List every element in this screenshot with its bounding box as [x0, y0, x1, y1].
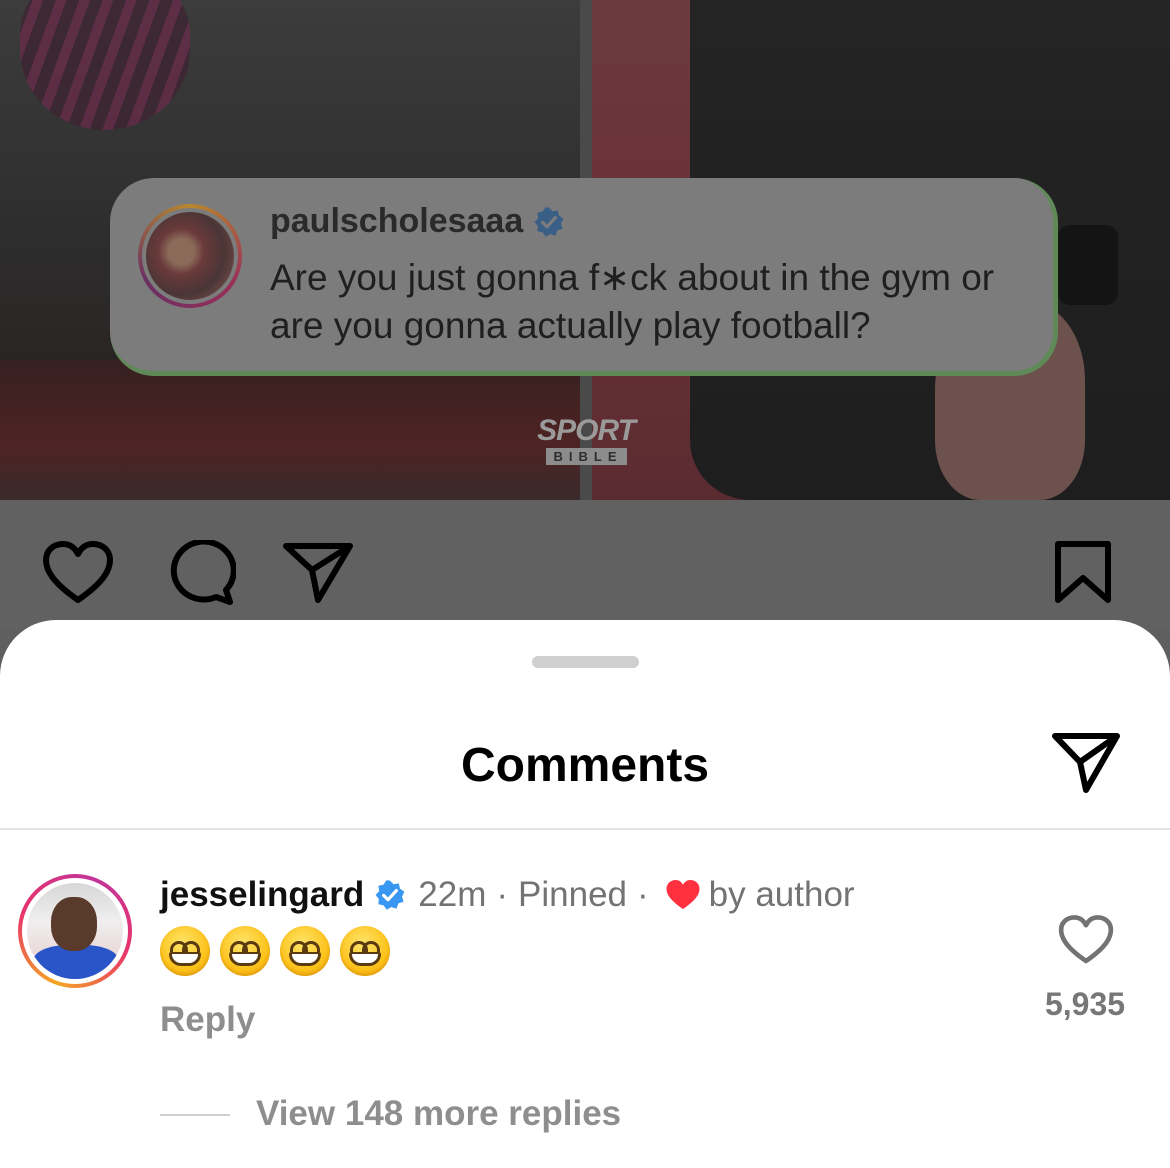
comment-like-count: 5,935	[1044, 986, 1126, 1022]
wrist-watch	[1058, 225, 1118, 305]
grinning-face-emoji	[160, 926, 210, 976]
replies-indent-line	[160, 1114, 230, 1116]
author-liked-heart-icon	[666, 879, 700, 910]
sheet-grabber-handle[interactable]	[532, 656, 639, 668]
quote-text: Are you just gonna f∗ck about in the gym…	[270, 257, 995, 346]
grinning-face-emoji	[220, 926, 270, 976]
reply-button[interactable]: Reply	[160, 1000, 255, 1040]
avatar-photo	[27, 883, 123, 979]
grinning-face-emoji	[280, 926, 330, 976]
sheet-divider	[0, 828, 1170, 830]
meta-separator: ·	[637, 875, 649, 914]
comment-time: 22m	[418, 875, 487, 914]
logo-word-bible: BIBLE	[545, 448, 627, 465]
grinning-face-emoji	[340, 926, 390, 976]
quote-avatar	[138, 204, 242, 308]
share-icon[interactable]	[1050, 728, 1122, 800]
quote-bubble: paulscholesaaa Are you just gonna f∗ck a…	[110, 178, 1058, 376]
meta-separator: ·	[496, 875, 509, 914]
logo-word-sport: SPORT	[537, 414, 636, 447]
comments-sheet: Comments jesselingard 22m · Pinned · by …	[0, 620, 1170, 1168]
pinned-label: Pinned	[518, 875, 627, 914]
sheet-title: Comments	[460, 739, 710, 792]
post-image[interactable]: paulscholesaaa Are you just gonna f∗ck a…	[0, 0, 1170, 500]
quote-username-row: paulscholesaaa	[270, 202, 565, 241]
gym-floor	[0, 360, 580, 500]
comment-meta: jesselingard 22m · Pinned · by author	[160, 872, 855, 918]
comment-body	[160, 926, 390, 976]
share-icon[interactable]	[282, 540, 354, 606]
comment-like-heart-icon[interactable]	[1058, 914, 1114, 966]
liked-by-author-label: by author	[708, 875, 855, 914]
boxing-glove	[20, 0, 190, 130]
sportbible-logo: SPORT BIBLE	[536, 416, 636, 466]
commenter-username[interactable]: jesselingard	[160, 875, 364, 915]
view-more-replies-button[interactable]: View 148 more replies	[256, 1094, 621, 1134]
verified-badge-icon	[534, 206, 564, 237]
bookmark-icon[interactable]	[1052, 540, 1114, 606]
post-action-bar	[0, 500, 1170, 630]
heart-icon[interactable]	[42, 540, 114, 606]
commenter-avatar[interactable]	[18, 874, 132, 988]
verified-badge-icon	[375, 880, 405, 910]
quote-username: paulscholesaaa	[270, 202, 524, 240]
comment-icon[interactable]	[164, 540, 236, 606]
